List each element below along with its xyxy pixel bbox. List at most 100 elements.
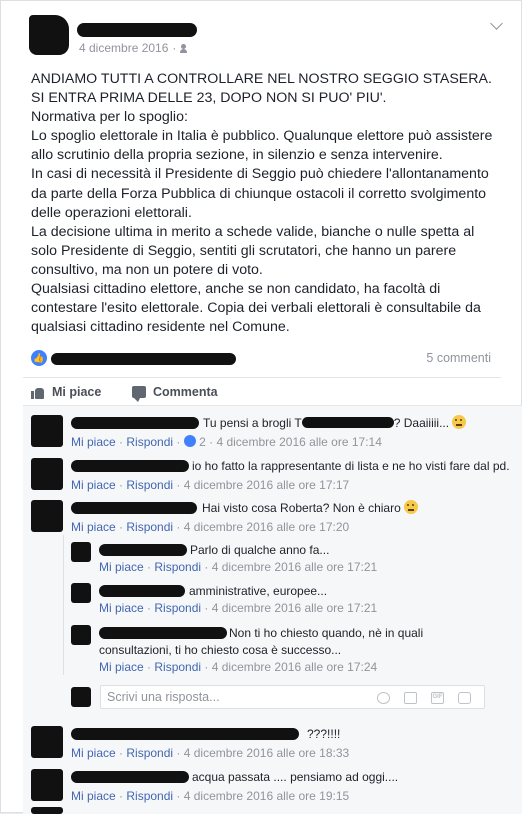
- post-text-line: Normativa per lo spoglio:: [31, 109, 188, 126]
- gif-icon[interactable]: GIF: [431, 692, 444, 704]
- like-label: Mi piace: [52, 385, 102, 399]
- post-header: 4 dicembre 2016 ·: [1, 1, 521, 63]
- friends-icon: [180, 43, 192, 53]
- comment-text-cont: ? Daaiiiii...: [393, 416, 450, 430]
- comment-reply-link[interactable]: Rispondi: [126, 435, 173, 449]
- post-text-line: contestare l'esito elettorale. Copia dei…: [31, 300, 481, 317]
- like-button[interactable]: Mi piace: [31, 385, 101, 399]
- commenter-avatar[interactable]: [31, 458, 63, 490]
- emoji-icon[interactable]: [377, 692, 390, 704]
- comment-time[interactable]: 4 dicembre 2016 alle ore 18:33: [184, 746, 349, 760]
- post-text-line: ANDIAMO TUTTI A CONTROLLARE NEL NOSTRO S…: [31, 71, 492, 87]
- current-user-avatar: [71, 687, 91, 707]
- redacted-name[interactable]: [71, 728, 299, 740]
- comment-reply-link[interactable]: Rispondi: [154, 601, 201, 615]
- comment-reply-link[interactable]: Rispondi: [154, 660, 201, 674]
- reply-text: Parlo di qualche anno fa...: [190, 543, 330, 557]
- comment-like-link[interactable]: Mi piace: [99, 560, 144, 574]
- post-text-line: Lo spoglio elettorale in Italia è pubbli…: [31, 128, 493, 145]
- comment-like-link[interactable]: Mi piace: [71, 520, 116, 534]
- comment-time[interactable]: 4 dicembre 2016 alle ore 17:21: [212, 601, 377, 615]
- commenter-avatar[interactable]: [31, 726, 63, 758]
- redacted-mention[interactable]: [301, 417, 394, 428]
- author-avatar[interactable]: [29, 15, 69, 55]
- reply-placeholder: Scrivi una risposta...: [107, 690, 220, 704]
- comment-time[interactable]: 4 dicembre 2016 alle ore 17:24: [212, 660, 377, 674]
- comment-item: Tu pensi a brogli T ? Daaiiiii... Mi piac…: [31, 415, 511, 451]
- post-text-line: consultivo, ma non un potere di voto.: [31, 261, 263, 278]
- replier-avatar[interactable]: [71, 542, 91, 562]
- post-text-line: La decisione ultima in merito a schede v…: [31, 223, 475, 240]
- comment-like-count[interactable]: 2: [199, 435, 206, 449]
- thinking-emoji-icon: [404, 500, 419, 514]
- redacted-reactors[interactable]: [51, 353, 236, 365]
- comment-time[interactable]: 4 dicembre 2016 alle ore 17:17: [184, 478, 349, 492]
- commenter-avatar[interactable]: [31, 415, 63, 447]
- post-text-line: allo scrutinio della propria sezione, in…: [31, 147, 443, 164]
- redacted-name[interactable]: [99, 585, 185, 597]
- like-count-icon: [183, 435, 196, 447]
- redacted-name[interactable]: [99, 627, 227, 639]
- reply-item: Non ti ho chiesto quando, nè in quali co…: [71, 625, 511, 675]
- replier-avatar[interactable]: [71, 625, 91, 645]
- comment-item: acqua passata .... pensiamo ad oggi.... …: [31, 769, 511, 805]
- post-text-line: da parte della Forza Pubblica di chiunqu…: [31, 185, 487, 202]
- comment-reply-link[interactable]: Rispondi: [126, 746, 173, 760]
- redacted-name[interactable]: [71, 771, 189, 783]
- reply-text: amministrative, europee...: [189, 584, 328, 598]
- camera-icon[interactable]: [404, 692, 417, 704]
- comment-text: acqua passata .... pensiamo ad oggi....: [192, 770, 399, 784]
- comment-time[interactable]: 4 dicembre 2016 alle ore 17:14: [216, 435, 381, 449]
- comment-text: Hai visto cosa Roberta? Non è chiaro: [202, 501, 401, 515]
- comment-time[interactable]: 4 dicembre 2016 alle ore 17:21: [212, 560, 377, 574]
- comment-bubble-icon: [132, 386, 146, 402]
- comment-reply-link[interactable]: Rispondi: [154, 560, 201, 574]
- thumb-up-icon: [31, 386, 45, 399]
- reply-input[interactable]: Scrivi una risposta... GIF: [100, 685, 485, 709]
- comment-item: io ho fatto la rappresentante di lista e…: [31, 458, 511, 494]
- comment-reply-link[interactable]: Rispondi: [126, 789, 173, 803]
- like-reaction-icon[interactable]: 👍: [31, 350, 47, 366]
- post-text-line: In casi di necessità il Presidente di Se…: [31, 166, 489, 183]
- redacted-author-name[interactable]: [77, 23, 197, 37]
- sticker-icon[interactable]: [458, 692, 471, 704]
- thinking-emoji-icon: [452, 415, 467, 429]
- comment-time[interactable]: 4 dicembre 2016 alle ore 19:15: [184, 789, 349, 803]
- comment-like-link[interactable]: Mi piace: [71, 435, 116, 449]
- comment-reply-link[interactable]: Rispondi: [126, 520, 173, 534]
- post-date-line: 4 dicembre 2016 ·: [79, 41, 192, 55]
- comment-text: Tu pensi a brogli T: [203, 416, 302, 430]
- comment-text: ???!!!!: [307, 727, 341, 741]
- post-text-line: Qualsiasi cittadino elettore, anche se n…: [31, 281, 441, 298]
- comments-count[interactable]: 5 commenti: [426, 351, 491, 365]
- replier-avatar[interactable]: [71, 583, 91, 603]
- reply-item: amministrative, europee... Mi piace · Ri…: [71, 583, 511, 617]
- comment-reply-link[interactable]: Rispondi: [126, 478, 173, 492]
- reply-text: Non ti ho chiesto quando, nè in quali: [229, 626, 424, 640]
- comment-item: Hai visto cosa Roberta? Non è chiaro Mi …: [31, 500, 511, 536]
- comment-like-link[interactable]: Mi piace: [99, 601, 144, 615]
- comment-time[interactable]: 4 dicembre 2016 alle ore 17:20: [184, 520, 349, 534]
- comment-like-link[interactable]: Mi piace: [71, 789, 116, 803]
- reply-input-avatar-wrap: [71, 687, 91, 707]
- post-text: ANDIAMO TUTTI A CONTROLLARE NEL NOSTRO S…: [31, 70, 501, 337]
- post-card: 4 dicembre 2016 · ANDIAMO TUTTI A CONTRO…: [0, 0, 522, 814]
- comment-like-link[interactable]: Mi piace: [71, 478, 116, 492]
- redacted-name[interactable]: [71, 460, 189, 472]
- chevron-down-icon[interactable]: [490, 17, 503, 30]
- reactions-bar: 👍 5 commenti: [31, 349, 493, 369]
- commenter-avatar[interactable]: [31, 769, 63, 801]
- comment-item: ???!!!! Mi piace · Rispondi · 4 dicembre…: [31, 726, 511, 762]
- post-text-line: solo Presidente di Seggio, sentiti gli s…: [31, 242, 457, 259]
- redacted-name[interactable]: [71, 417, 199, 429]
- comment-like-link[interactable]: Mi piace: [99, 660, 144, 674]
- post-text-line: SI ENTRA PRIMA DELLE 23, DOPO NON SI PUO…: [31, 90, 387, 107]
- comment-like-link[interactable]: Mi piace: [71, 746, 116, 760]
- comment-button[interactable]: Commenta: [132, 385, 218, 402]
- redacted-name[interactable]: [99, 544, 187, 556]
- post-text-line: qualsiasi cittadino residente nel Comune…: [31, 319, 290, 336]
- reply-thread-line: [63, 535, 64, 675]
- commenter-avatar[interactable]: [31, 500, 63, 532]
- post-date[interactable]: 4 dicembre 2016: [79, 41, 168, 55]
- redacted-name[interactable]: [71, 502, 197, 514]
